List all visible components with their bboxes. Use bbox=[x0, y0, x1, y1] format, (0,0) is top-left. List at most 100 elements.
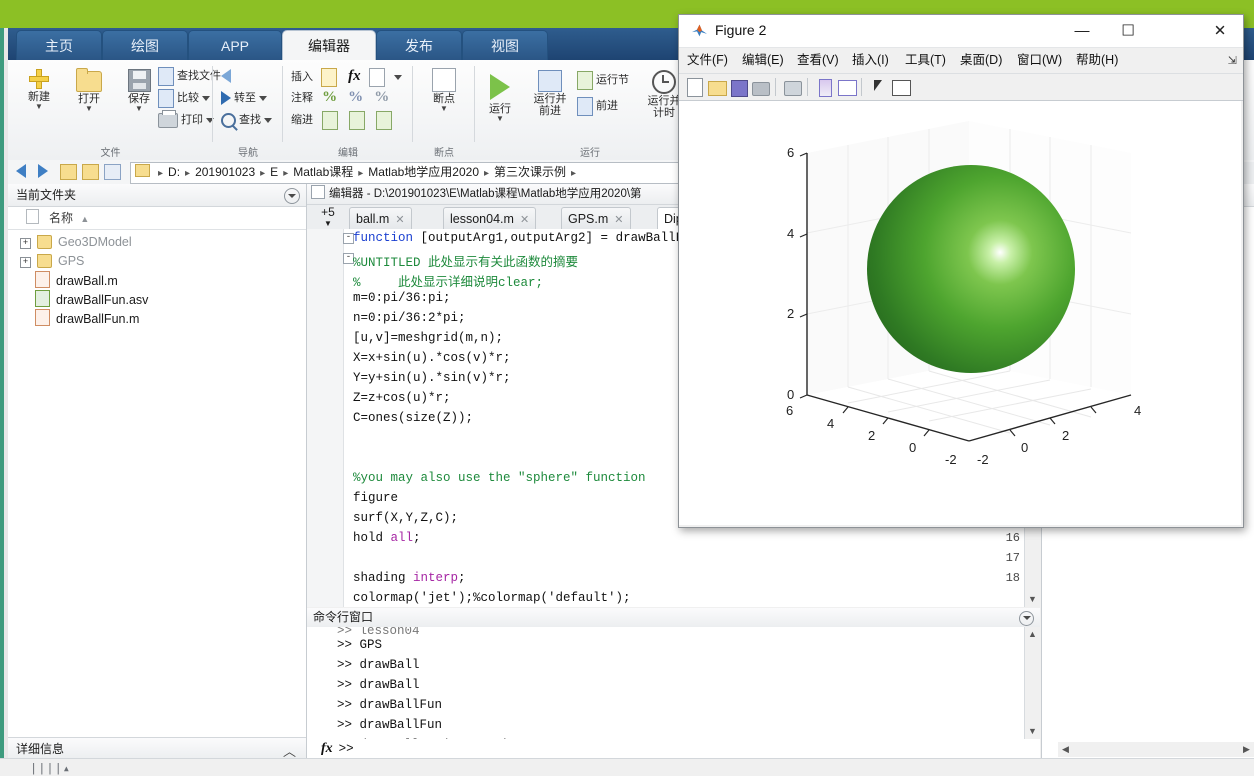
chevron-down-icon[interactable] bbox=[259, 95, 267, 101]
code-line[interactable]: surf(X,Y,Z,C); bbox=[353, 511, 458, 525]
close-icon[interactable]: ✕ bbox=[614, 214, 623, 226]
ribbon-tab-plots[interactable]: 绘图 bbox=[102, 30, 188, 61]
uncomment-icon[interactable]: % bbox=[348, 89, 363, 105]
chevron-down-icon[interactable]: ▼ bbox=[114, 105, 164, 113]
close-icon[interactable]: ✕ bbox=[395, 214, 404, 226]
command-window-scrollbar[interactable]: ▲ ▼ bbox=[1024, 627, 1040, 739]
horizontal-scrollbar[interactable]: ◀ ▶ bbox=[1058, 742, 1254, 757]
file-list-column-header[interactable]: 名称 ▲ bbox=[8, 207, 306, 230]
menu-desktop[interactable]: 桌面(D) bbox=[960, 51, 1002, 70]
chevron-down-icon[interactable]: ▼ bbox=[14, 103, 64, 111]
save-button[interactable]: 保存 ▼ bbox=[114, 64, 164, 113]
chevron-down-icon[interactable]: ▼ bbox=[64, 105, 114, 113]
fx-icon[interactable]: fx bbox=[321, 739, 333, 759]
ribbon-tab-view[interactable]: 视图 bbox=[462, 30, 548, 61]
comment-wrap-icon[interactable]: % bbox=[374, 89, 389, 105]
close-button[interactable]: ✕ bbox=[1197, 15, 1243, 46]
menu-edit[interactable]: 编辑(E) bbox=[742, 51, 784, 70]
menu-window[interactable]: 窗口(W) bbox=[1017, 51, 1062, 70]
ribbon-tab-home[interactable]: 主页 bbox=[16, 30, 102, 61]
code-line[interactable]: colormap('jet');%colormap('default'); bbox=[353, 591, 631, 605]
indent-left-icon[interactable] bbox=[376, 110, 393, 130]
list-item[interactable]: drawBallFun.asv bbox=[8, 290, 306, 309]
nav-forward-icon[interactable] bbox=[38, 164, 54, 180]
resize-grip-icon[interactable]: ||||▴ bbox=[30, 761, 71, 776]
code-line[interactable]: shading interp; bbox=[353, 571, 466, 585]
advance-button[interactable]: 前进 bbox=[577, 96, 618, 117]
menu-view[interactable]: 查看(V) bbox=[797, 51, 839, 70]
expand-icon[interactable]: + bbox=[20, 257, 31, 268]
scroll-left-icon[interactable]: ◀ bbox=[1058, 742, 1073, 757]
breadcrumb-segment[interactable]: 201901023 bbox=[195, 165, 255, 179]
maximize-button[interactable]: ☐ bbox=[1105, 15, 1151, 46]
details-panel-header[interactable]: 详细信息 ︿ bbox=[8, 737, 306, 759]
plot-browser-icon[interactable] bbox=[891, 77, 911, 97]
open-button[interactable]: 打开 ▼ bbox=[64, 64, 114, 113]
open-figure-icon[interactable] bbox=[707, 77, 727, 97]
code-line[interactable]: C=ones(size(Z)); bbox=[353, 411, 473, 425]
pointer-icon[interactable] bbox=[869, 77, 889, 97]
code-line[interactable]: % 此处显示详细说明clear; bbox=[353, 271, 543, 290]
print-preview-icon[interactable] bbox=[783, 77, 803, 97]
run-section-button[interactable]: 运行节 bbox=[577, 70, 629, 91]
chevron-down-icon[interactable]: ▼ bbox=[475, 115, 525, 123]
code-line[interactable]: m=0:pi/36:pi; bbox=[353, 291, 451, 305]
close-icon[interactable]: ✕ bbox=[520, 214, 529, 226]
nav-refresh-icon[interactable] bbox=[104, 164, 121, 180]
code-line[interactable]: %you may also use the "sphere" function bbox=[353, 471, 646, 485]
code-line[interactable]: Y=y+sin(u).*sin(v)*r; bbox=[353, 371, 511, 385]
breadcrumb-segment[interactable]: D: bbox=[168, 165, 180, 179]
list-item[interactable]: drawBallFun.m bbox=[8, 309, 306, 328]
scroll-up-icon[interactable]: ▲ bbox=[1025, 627, 1040, 642]
editor-overflow-button[interactable]: +5 ▼ bbox=[311, 205, 345, 229]
scroll-down-icon[interactable]: ▼ bbox=[1025, 592, 1040, 607]
find-button[interactable]: 查找 bbox=[221, 110, 272, 131]
chevron-down-icon[interactable]: ▼ bbox=[419, 105, 469, 113]
editor-tab-ball[interactable]: ball.m ✕ bbox=[349, 207, 412, 230]
fx-icon[interactable]: fx bbox=[348, 68, 361, 84]
editor-tab-gps[interactable]: GPS.m ✕ bbox=[561, 207, 631, 230]
indent-right-icon[interactable] bbox=[349, 110, 366, 130]
new-figure-icon[interactable] bbox=[685, 77, 705, 97]
resize-corner-icon[interactable]: ⇲ bbox=[1228, 54, 1237, 67]
nav-back-icon[interactable] bbox=[16, 164, 32, 180]
breadcrumb-segment[interactable]: E bbox=[270, 165, 278, 179]
compare-button[interactable]: 比较 bbox=[158, 88, 210, 109]
breakpoints-button[interactable]: 断点 ▼ bbox=[419, 64, 469, 113]
figure-plot-canvas[interactable]: 6 4 2 0 6 4 2 0 -2 -2 0 2 4 bbox=[679, 101, 1241, 525]
list-item[interactable]: + GPS bbox=[8, 252, 306, 271]
menu-help[interactable]: 帮助(H) bbox=[1076, 51, 1118, 70]
indent-button[interactable]: 缩进 bbox=[291, 110, 395, 131]
new-button[interactable]: 新建 ▼ bbox=[14, 64, 64, 111]
nav-browse-icon[interactable] bbox=[82, 164, 99, 180]
command-window-output[interactable]: >> lesson04 >> GPS >> drawBall >> drawBa… bbox=[307, 627, 1025, 739]
print-icon[interactable] bbox=[751, 77, 771, 97]
chevron-down-icon[interactable] bbox=[393, 74, 402, 80]
panel-options-icon[interactable] bbox=[1019, 611, 1034, 626]
code-line[interactable]: figure bbox=[353, 491, 398, 505]
run-and-advance-button[interactable]: 运行并 前进 bbox=[525, 64, 575, 117]
panel-options-icon[interactable] bbox=[284, 188, 300, 204]
code-line[interactable]: function [outputArg1,outputArg2] = drawB… bbox=[353, 231, 683, 245]
comment-button[interactable]: 注释 % % % bbox=[291, 88, 389, 109]
list-item[interactable]: + Geo3DModel bbox=[8, 233, 306, 252]
goto-button[interactable]: 转至 bbox=[221, 88, 267, 109]
run-button[interactable]: 运行 ▼ bbox=[475, 68, 525, 123]
breadcrumb-segment[interactable]: 第三次课示例 bbox=[494, 165, 566, 179]
minimize-button[interactable]: — bbox=[1059, 15, 1105, 46]
nav-up-icon[interactable] bbox=[60, 164, 77, 180]
insert-button[interactable]: 插入 fx bbox=[291, 66, 402, 87]
code-line[interactable]: [u,v]=meshgrid(m,n); bbox=[353, 331, 503, 345]
code-line[interactable]: X=x+sin(u).*cos(v)*r; bbox=[353, 351, 511, 365]
chevron-down-icon[interactable] bbox=[202, 95, 210, 101]
ribbon-tab-apps[interactable]: APP bbox=[188, 30, 282, 61]
back-button[interactable] bbox=[221, 66, 234, 87]
list-item[interactable]: drawBall.m bbox=[8, 271, 306, 290]
breadcrumb-segment[interactable]: Matlab地学应用2020 bbox=[368, 165, 479, 179]
ribbon-tab-editor[interactable]: 编辑器 bbox=[282, 30, 376, 61]
menu-insert[interactable]: 插入(I) bbox=[852, 51, 889, 70]
code-line[interactable]: %UNTITLED 此处显示有关此函数的摘要 bbox=[353, 251, 578, 270]
print-button[interactable]: 打印 bbox=[158, 109, 214, 131]
command-input-line[interactable]: fx >> bbox=[307, 739, 1025, 759]
expand-icon[interactable]: + bbox=[20, 238, 31, 249]
